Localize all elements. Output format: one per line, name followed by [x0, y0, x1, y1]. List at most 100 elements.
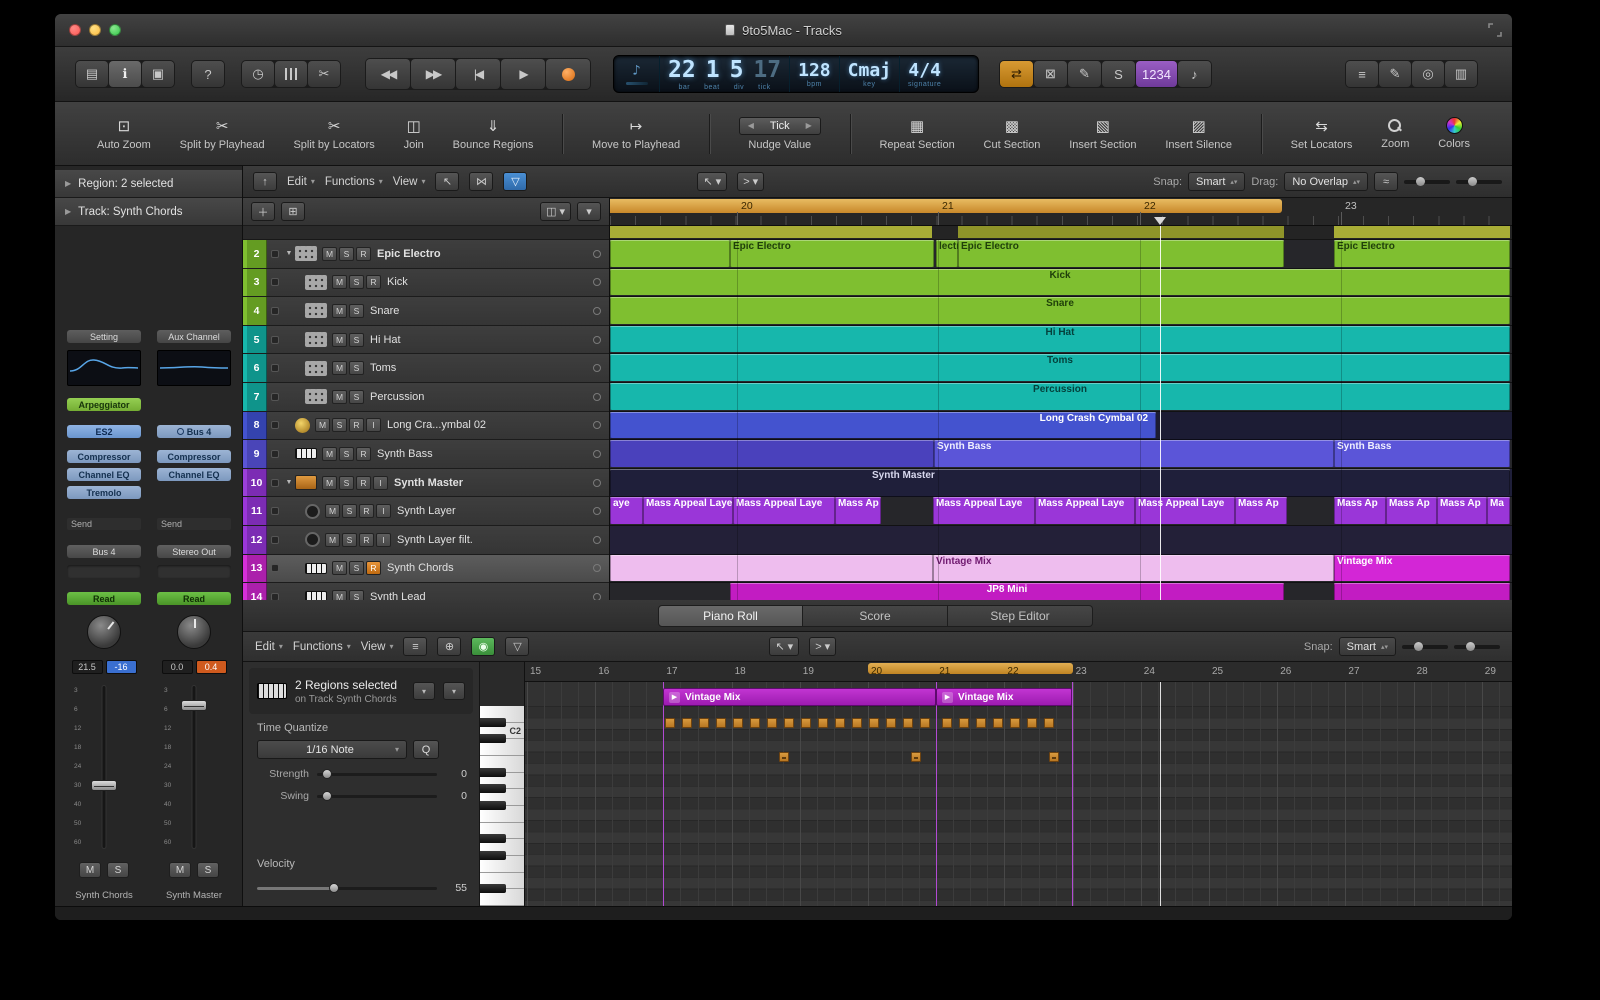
midi-note[interactable] — [665, 718, 675, 728]
quantize-apply-button[interactable]: Q — [413, 740, 439, 759]
pointer-tool-select[interactable]: ↖ ▾ — [769, 637, 800, 656]
volume-value[interactable]: 0.4 — [195, 660, 227, 674]
region-synth-bass[interactable]: Synth Bass — [1334, 440, 1510, 467]
region-vintage-mix[interactable]: Vintage Mix — [933, 554, 1334, 582]
loop-browser-icon[interactable]: ◎ — [1412, 61, 1444, 87]
solo-button[interactable]: S — [332, 418, 347, 433]
duplicate-track-button[interactable]: ⊞ — [281, 202, 305, 221]
mute-button[interactable]: M — [332, 361, 347, 376]
region-inspector-menu-button[interactable]: ▾ — [413, 682, 435, 700]
midi-note[interactable] — [911, 752, 921, 762]
mute-button[interactable]: M — [79, 862, 101, 878]
lcd-display[interactable]: ♪ 22 1 5 17 bar beat div tick 128 bpm Cm… — [613, 55, 979, 93]
solo-button[interactable]: S — [342, 532, 357, 547]
mute-button[interactable]: M — [332, 389, 347, 404]
audio-fx-slot[interactable]: Channel EQ — [67, 468, 141, 481]
black-key[interactable] — [480, 784, 507, 794]
region-play-icon[interactable]: ▶ — [942, 691, 953, 703]
track-header-hi-hat[interactable]: 5 M S Hi Hat — [243, 325, 609, 355]
solo-button[interactable]: S — [349, 275, 364, 290]
piano-roll-grid[interactable]: 15 16 17 18 19 20 21 22 23 24 25 26 27 28 29 ▶ Vintage … — [525, 662, 1512, 906]
disclosure-triangle-icon[interactable]: ▶ — [65, 207, 71, 216]
tab-step-editor[interactable]: Step Editor — [948, 604, 1093, 627]
track-on-checkbox[interactable] — [271, 564, 279, 573]
track-on-checkbox[interactable] — [271, 364, 279, 373]
piano-keys-inner[interactable]: C2 — [480, 706, 524, 906]
track-header-epic-electro[interactable]: 2 ▼ M S R Epic Electro — [243, 240, 609, 269]
mute-button[interactable]: M — [332, 561, 347, 576]
track-lane-synth-master[interactable]: Synth Master — [610, 468, 1512, 498]
automation-mode-button[interactable]: Read — [67, 592, 141, 605]
inspector-icon[interactable]: ℹ — [109, 61, 141, 87]
mute-button[interactable]: M — [332, 589, 347, 600]
track-on-checkbox[interactable] — [271, 392, 279, 401]
midi-note[interactable] — [733, 718, 743, 728]
midi-note[interactable] — [767, 718, 777, 728]
region-jp8-mini[interactable]: JP8 Mini — [730, 583, 1284, 600]
midi-note[interactable] — [942, 718, 952, 728]
toolbar-repeat-section-button[interactable]: ▦ Repeat Section — [879, 117, 954, 151]
rewind-button[interactable]: ◀◀ — [366, 59, 410, 89]
track-lane-long-cra-ymbal-02[interactable]: Long Crash Cymbal 02 — [610, 411, 1512, 441]
track-header-synth-lead[interactable]: 14 M S Synth Lead — [243, 583, 609, 600]
eq-thumbnail[interactable] — [67, 350, 141, 386]
midi-note[interactable] — [699, 718, 709, 728]
input-monitor-button[interactable]: I — [376, 532, 391, 547]
record-enable-button[interactable]: R — [356, 475, 371, 490]
midi-note[interactable] — [682, 718, 692, 728]
strength-slider[interactable] — [317, 768, 437, 779]
input-monitor-button[interactable]: I — [366, 418, 381, 433]
tools-icon[interactable]: ✂ — [308, 61, 340, 87]
midi-note[interactable] — [1049, 752, 1059, 762]
region-vintage-mix[interactable]: ▶ Vintage Mix — [663, 688, 936, 706]
piano-keys[interactable]: C2 — [480, 662, 525, 906]
input-slot[interactable]: Bus 4 — [157, 425, 231, 438]
toolbar-join-button[interactable]: ◫ Join — [404, 117, 424, 151]
audio-fx-slot[interactable]: Tremolo — [67, 486, 141, 499]
tab-piano-roll[interactable]: Piano Roll — [658, 604, 803, 627]
track-on-checkbox[interactable] — [271, 449, 279, 458]
mute-button[interactable]: M — [332, 275, 347, 290]
mute-button[interactable]: M — [322, 246, 337, 261]
go-to-beginning-button[interactable]: |◀ — [456, 59, 500, 89]
fader-cap[interactable] — [91, 779, 117, 791]
solo-button[interactable]: S — [1102, 61, 1135, 87]
toolbar-toggle-icon[interactable]: ≡ — [1346, 61, 1378, 87]
track-sort-button[interactable]: ▾ — [577, 202, 601, 221]
region-mass-ap[interactable]: Mass Ap — [1386, 497, 1437, 524]
region-mass-appeal-laye[interactable]: Mass Appeal Laye — [933, 497, 1035, 524]
lcd-position[interactable]: 22 1 5 17 bar beat div tick — [660, 56, 789, 92]
toolbar-insert-silence-button[interactable]: ▨ Insert Silence — [1165, 117, 1232, 151]
horizontal-zoom-slider[interactable] — [1454, 641, 1500, 651]
solo-button[interactable]: S — [349, 332, 364, 347]
playhead-marker[interactable] — [1154, 217, 1166, 225]
midi-note[interactable] — [835, 718, 845, 728]
strip-setting-button[interactable]: Setting — [67, 330, 141, 343]
toolbar-auto-zoom-button[interactable]: ⊡ Auto Zoom — [97, 117, 151, 151]
region-mass-appeal-laye[interactable]: Mass Appeal Laye — [1035, 497, 1135, 524]
automation-mode-button[interactable]: Read — [157, 592, 231, 605]
nudge-left-icon[interactable]: ◀ — [748, 121, 754, 130]
empty-slot[interactable] — [157, 565, 231, 578]
region-snare[interactable]: Snare — [610, 297, 1510, 324]
black-key[interactable] — [480, 851, 507, 860]
track-header-synth-bass[interactable]: 9 M S R Synth Bass — [243, 440, 609, 469]
region-mass-ap[interactable]: Mass Ap — [1235, 497, 1287, 524]
midi-note[interactable] — [1027, 718, 1037, 728]
autopunch-button[interactable]: ⊠ — [1034, 61, 1067, 87]
black-key[interactable] — [480, 767, 507, 777]
midi-note[interactable] — [976, 718, 986, 728]
main-ruler[interactable]: 20 21 22 23 — [610, 198, 1512, 226]
mute-button[interactable]: M — [325, 504, 340, 519]
region-mass-ap[interactable]: Mass Ap — [835, 497, 881, 524]
region-synth-lead[interactable] — [1334, 583, 1510, 600]
library-icon[interactable]: ▤ — [76, 61, 108, 87]
midi-note[interactable] — [801, 718, 811, 728]
metronome-icon[interactable]: ◷ — [242, 61, 274, 87]
track-lane-snare[interactable]: Snare — [610, 297, 1512, 326]
view-menu[interactable]: View ▾ — [393, 176, 426, 188]
midi-note[interactable] — [750, 718, 760, 728]
pan-knob[interactable] — [177, 615, 211, 649]
filter-icon[interactable]: ▽ — [503, 172, 528, 191]
metronome-click-button[interactable]: ♪ — [1177, 61, 1211, 87]
